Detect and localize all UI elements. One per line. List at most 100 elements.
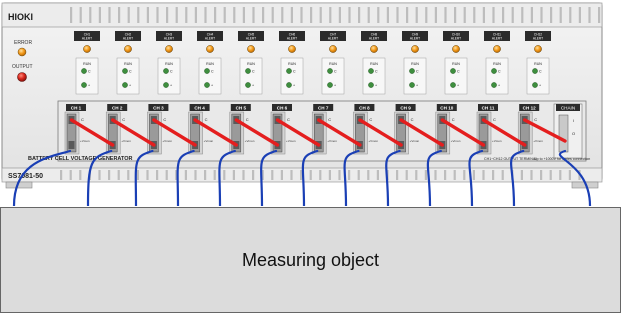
- module-6: CH6ALERTRUNC+: [279, 31, 305, 95]
- module-4: CH4ALERTRUNC+: [197, 31, 223, 95]
- alert-led: [411, 45, 419, 53]
- run-led-letter: C: [129, 69, 132, 73]
- module-10: CH10ALERTRUNC+: [443, 31, 469, 95]
- channel-label: CH 1: [71, 105, 82, 110]
- plus-led-label: +: [211, 83, 213, 87]
- measuring-object: Measuring object: [0, 207, 621, 313]
- plus-led-label: +: [88, 83, 90, 87]
- vent-slot: [156, 170, 159, 180]
- module-alert-label: ALERT: [451, 36, 461, 40]
- vmon-label: +Vmon: [451, 139, 461, 143]
- vent-slot: [262, 7, 265, 23]
- alert-led: [124, 45, 132, 53]
- run-led: [286, 68, 292, 74]
- module-alert-label: ALERT: [123, 36, 133, 40]
- battery-cell-voltage-generator: HIOKI ERROR OUTPUT CH1ALERTRUNC+CH2ALERT…: [1, 2, 603, 206]
- chain-letter-mid: O: [572, 131, 575, 136]
- vent-slot: [108, 170, 111, 180]
- vent-slot: [377, 7, 380, 23]
- vent-slot: [127, 7, 130, 23]
- vent-slot: [300, 170, 303, 180]
- vent-slot: [424, 170, 427, 180]
- vent-slot: [300, 7, 303, 23]
- plus-led-label: +: [170, 83, 172, 87]
- vmon-label: +Vmon: [204, 139, 214, 143]
- vent-slot: [540, 7, 543, 23]
- plus-led: [245, 82, 251, 88]
- vent-slot: [550, 7, 553, 23]
- vent-slot: [242, 7, 245, 23]
- vent-slot: [578, 7, 581, 23]
- vent-slot: [328, 170, 331, 180]
- run-led: [409, 68, 415, 74]
- channel-letter: C: [122, 117, 125, 122]
- vent-slot: [367, 170, 370, 180]
- vent-slot: [415, 170, 418, 180]
- plus-led-label: +: [293, 83, 295, 87]
- channel-letter: C: [452, 117, 455, 122]
- vent-slot: [406, 7, 409, 23]
- vent-slot: [175, 7, 178, 23]
- vent-slot: [108, 7, 111, 23]
- module-run-label: RUN: [165, 62, 173, 66]
- module-alert-label: ALERT: [369, 36, 379, 40]
- vent-slot: [213, 170, 216, 180]
- module-run-label: RUN: [411, 62, 419, 66]
- vent-slot: [242, 170, 245, 180]
- vent-slot: [310, 7, 313, 23]
- module-alert-label: ALERT: [410, 36, 420, 40]
- vent-slot: [146, 7, 149, 23]
- vent-slot: [79, 7, 82, 23]
- vent-slot: [271, 170, 274, 180]
- vmon-label: +Vmon: [492, 139, 502, 143]
- vent-slot: [271, 7, 274, 23]
- run-led-letter: C: [539, 69, 542, 73]
- vent-slot: [434, 7, 437, 23]
- vent-slot: [598, 7, 601, 23]
- plus-led: [532, 82, 538, 88]
- run-led-letter: C: [375, 69, 378, 73]
- plus-led-label: +: [457, 83, 459, 87]
- error-label: ERROR: [14, 40, 32, 46]
- chain-connector[interactable]: [558, 114, 569, 153]
- vent-slot: [69, 170, 72, 180]
- vent-slot: [290, 170, 293, 180]
- vent-slot: [194, 7, 197, 23]
- vent-slot: [415, 7, 418, 23]
- vmon-label: +Vmon: [327, 139, 337, 143]
- plus-led-label: +: [129, 83, 131, 87]
- vent-slot: [137, 7, 140, 23]
- plus-led-label: +: [416, 83, 418, 87]
- alert-led: [206, 45, 214, 53]
- measuring-object-label: Measuring object: [241, 249, 380, 270]
- channel-label: CH 10: [440, 105, 453, 110]
- vent-slot: [348, 170, 351, 180]
- vent-slot: [376, 170, 379, 180]
- run-led: [245, 68, 251, 74]
- module-1: CH1ALERTRUNC+: [74, 31, 100, 95]
- vent-slot: [588, 7, 591, 23]
- channel-letter: C: [328, 117, 331, 122]
- vent-slot: [357, 170, 360, 180]
- vent-slot: [492, 170, 495, 180]
- vent-slot: [444, 170, 447, 180]
- output-button[interactable]: [17, 72, 27, 82]
- channel-letter: C: [411, 117, 414, 122]
- alert-led: [493, 45, 501, 53]
- run-led: [81, 68, 87, 74]
- channel-letter: C: [369, 117, 372, 122]
- plus-led-label: +: [539, 83, 541, 87]
- module-alert-label: ALERT: [533, 36, 543, 40]
- vent-slot: [118, 7, 121, 23]
- vent-slot: [280, 170, 283, 180]
- module-2: CH2ALERTRUNC+: [115, 31, 141, 95]
- channel-label: CH 4: [194, 105, 205, 110]
- run-led-letter: C: [498, 69, 501, 73]
- alert-led: [83, 45, 91, 53]
- vent-slot: [156, 7, 159, 23]
- run-led: [491, 68, 497, 74]
- vent-slot: [358, 7, 361, 23]
- plus-led: [163, 82, 169, 88]
- vent-slot: [252, 170, 255, 180]
- vent-slot: [338, 7, 341, 23]
